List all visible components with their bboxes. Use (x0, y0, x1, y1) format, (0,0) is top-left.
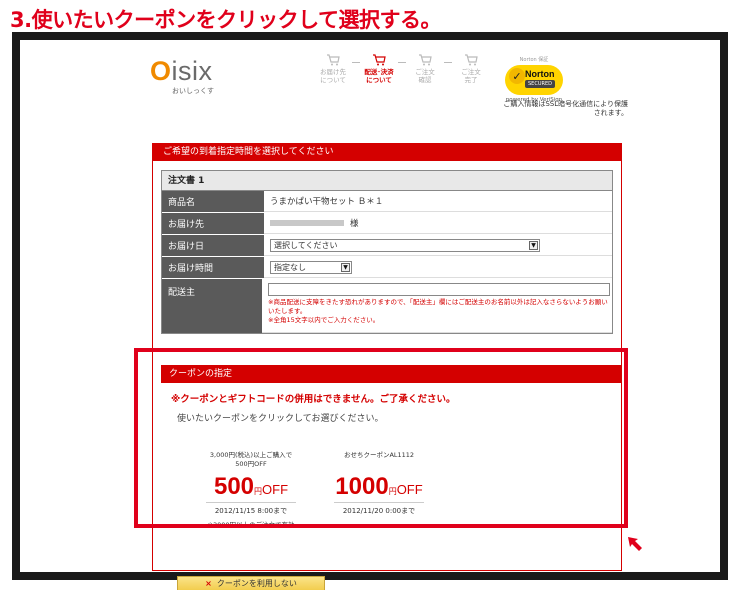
no-coupon-button[interactable]: × クーポンを利用しない (177, 576, 325, 590)
coupon-section: クーポンの指定 ※クーポンとギフトコードの併用はできません。ご了承ください。 使… (161, 365, 621, 535)
coupon-instruction: 使いたいクーポンをクリックしてお選びください。 (177, 414, 384, 424)
row-delivery-date: お届け日 選択してください ▼ (162, 235, 612, 257)
step-separator (444, 62, 452, 63)
coupon-warning: ※クーポンとギフトコードの併用はできません。ご了承ください。 (171, 394, 456, 405)
delivery-panel: ご希望の到着指定時間を選択してください 注文書 1 商品名 うまかぱい干物セット… (152, 143, 622, 590)
norton-seal: ✓ Norton SECURED (505, 65, 563, 95)
delivery-time-select[interactable]: 指定なし ▼ (270, 260, 352, 274)
row-product: 商品名 うまかぱい干物セット Ｂ＊１ (162, 191, 612, 213)
checkmark-icon: ✓ (509, 68, 525, 84)
order-form: 注文書 1 商品名 うまかぱい干物セット Ｂ＊１ お届け先 様 お届け日 選択し… (161, 170, 613, 334)
step-address: お届け先 について (314, 52, 352, 84)
sender-input[interactable] (268, 283, 610, 296)
cart-icon (314, 52, 352, 68)
coupon-title: クーポンの指定 (161, 365, 621, 383)
screenshot-frame: Oisix おいしっくす お届け先 について 配送･決済 について ご注文 確認… (12, 32, 728, 590)
redacted-name (270, 220, 344, 226)
step-separator (398, 62, 406, 63)
cart-icon (406, 52, 444, 68)
row-recipient: お届け先 様 (162, 213, 612, 235)
row-sender: 配送主 ※商品配送に支障をきたす恐れがありますので、「配送主」欄にはご配送主のお… (162, 279, 612, 333)
step-confirm: ご注文 確認 (406, 52, 444, 84)
delivery-date-select[interactable]: 選択してください ▼ (270, 238, 540, 252)
step-separator (352, 62, 360, 63)
cart-icon (360, 52, 398, 68)
coupon-500-off[interactable]: 3,000円(税込)以上ご購入で 500円OFF 500円OFF 2012/11… (191, 451, 311, 529)
cart-icon (452, 52, 490, 68)
dropdown-arrow-icon: ▼ (341, 262, 350, 272)
close-icon: × (205, 579, 212, 588)
coupon-1000-off[interactable]: おせちクーポンAL1112 1000円OFF 2012/11/20 0:00まで (319, 451, 439, 516)
step-delivery-payment: 配送･決済 について (360, 52, 398, 84)
checkout-steps: お届け先 について 配送･決済 について ご注文 確認 ご注文 完了 (314, 52, 490, 84)
pointer-arrow-icon (628, 537, 642, 551)
ssl-note: ご購入情報はSSL暗号化通信により保護されます。 (503, 100, 628, 117)
recipient-honorific: 様 (350, 219, 359, 229)
dropdown-arrow-icon: ▼ (529, 240, 538, 250)
logo-text: Oisix (150, 56, 213, 86)
order-heading: 注文書 1 (162, 171, 612, 191)
panel-title: ご希望の到着指定時間を選択してください (153, 143, 621, 161)
oisix-logo[interactable]: Oisix おいしっくす (150, 58, 214, 96)
logo-subtitle: おいしっくす (172, 87, 214, 95)
step-complete: ご注文 完了 (452, 52, 490, 84)
sender-note: ※商品配送に支障をきたす恐れがありますので、「配送主」欄にはご配送主のお名前以外… (268, 298, 608, 324)
page-heading: 3.使いたいクーポンをクリックして選択する。 (10, 8, 441, 32)
row-delivery-time: お届け時間 指定なし ▼ (162, 257, 612, 279)
